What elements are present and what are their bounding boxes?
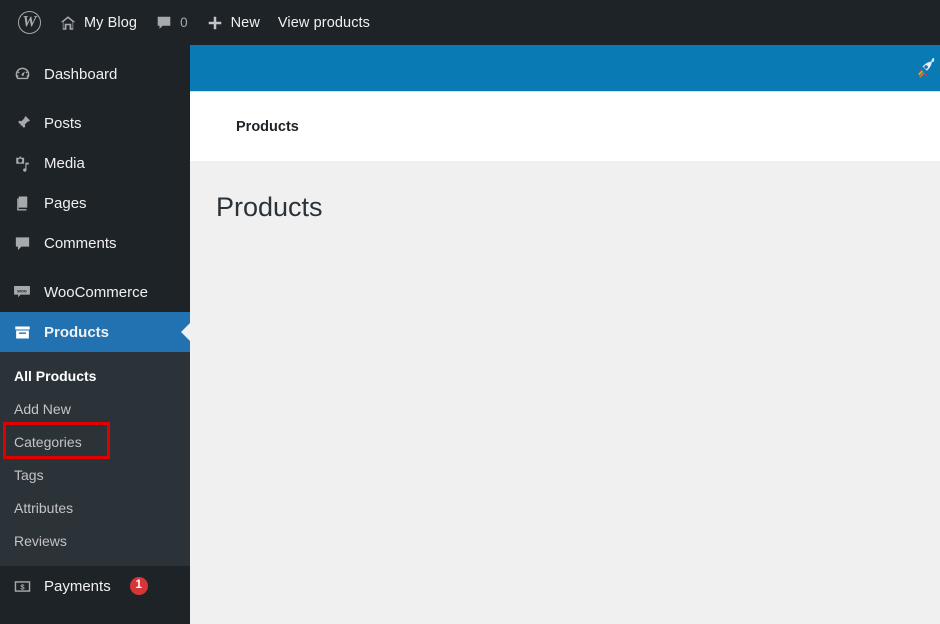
home-icon	[59, 14, 77, 32]
submenu-item-attributes-label: Attributes	[14, 499, 74, 516]
admin-bar: My Blog 0 New View products	[0, 0, 940, 45]
products-submenu: All Products Add New Categories Tags Att…	[0, 352, 190, 566]
admin-bar-comments[interactable]: 0	[146, 0, 197, 45]
sidebar-item-pages[interactable]: Pages	[0, 183, 190, 223]
admin-bar-view-products-label: View products	[277, 14, 371, 31]
svg-text:$: $	[20, 582, 25, 591]
submenu-item-categories-label: Categories	[14, 433, 82, 450]
payments-badge: 1	[129, 577, 148, 595]
sidebar-item-woocommerce[interactable]: woo WooCommerce	[0, 272, 190, 312]
dashboard-gauge-icon	[12, 65, 32, 84]
sidebar-item-pages-label: Pages	[44, 194, 87, 212]
admin-sidebar-menu: Dashboard Posts Media Pages Comments woo…	[0, 45, 190, 624]
pin-icon	[12, 114, 32, 133]
page-title: Products	[216, 192, 323, 222]
sidebar-item-payments[interactable]: $ Payments 1	[0, 566, 190, 606]
sidebar-item-products[interactable]: Products	[0, 312, 190, 352]
submenu-item-all-products[interactable]: All Products	[0, 359, 190, 392]
comment-bubble-icon	[12, 234, 32, 253]
breadcrumb: Products	[190, 92, 940, 162]
sidebar-item-media[interactable]: Media	[0, 143, 190, 183]
admin-bar-comments-count: 0	[180, 15, 188, 30]
admin-bar-new[interactable]: New	[197, 0, 269, 45]
submenu-item-reviews[interactable]: Reviews	[0, 524, 190, 557]
admin-bar-site-name-label: My Blog	[84, 14, 138, 31]
plus-icon	[206, 14, 224, 32]
admin-bar-site-name[interactable]: My Blog	[50, 0, 146, 45]
submenu-item-add-new-label: Add New	[14, 400, 71, 417]
woocommerce-icon: woo	[12, 282, 32, 302]
menu-spacer-top	[0, 45, 190, 54]
content-area: Products Products	[190, 45, 940, 624]
submenu-item-attributes[interactable]: Attributes	[0, 491, 190, 524]
submenu-item-categories[interactable]: Categories	[0, 425, 190, 458]
sidebar-item-comments[interactable]: Comments	[0, 223, 190, 263]
breadcrumb-item-products[interactable]: Products	[236, 119, 299, 135]
media-camera-music-icon	[12, 154, 32, 173]
submenu-item-add-new[interactable]: Add New	[0, 392, 190, 425]
svg-text:woo: woo	[16, 289, 27, 294]
sidebar-item-dashboard-label: Dashboard	[44, 65, 118, 83]
sidebar-item-products-label: Products	[44, 323, 110, 341]
products-box-icon	[12, 323, 32, 342]
submenu-item-reviews-label: Reviews	[14, 532, 67, 549]
comment-bubble-icon	[155, 14, 173, 32]
admin-bar-new-label: New	[230, 14, 260, 31]
wordpress-logo-icon	[18, 11, 41, 34]
sidebar-item-comments-label: Comments	[44, 234, 117, 252]
submenu-item-tags-label: Tags	[14, 466, 44, 483]
sidebar-item-woocommerce-label: WooCommerce	[44, 283, 148, 301]
sidebar-item-posts-label: Posts	[44, 114, 82, 132]
submenu-item-all-products-label: All Products	[14, 367, 97, 384]
submenu-item-tags[interactable]: Tags	[0, 458, 190, 491]
admin-bar-wordpress-logo[interactable]	[9, 0, 50, 45]
menu-spacer-1	[0, 94, 190, 103]
wordpress-admin-screen: My Blog 0 New View products	[0, 0, 940, 624]
woocommerce-blue-header-bar	[190, 45, 940, 92]
sidebar-item-posts[interactable]: Posts	[0, 103, 190, 143]
rocket-icon[interactable]	[912, 58, 938, 84]
admin-bar-view-products[interactable]: View products	[269, 0, 379, 45]
sidebar-item-payments-label: Payments	[44, 577, 111, 595]
sidebar-item-dashboard[interactable]: Dashboard	[0, 54, 190, 94]
sidebar-item-media-label: Media	[44, 154, 85, 172]
pages-icon	[12, 194, 32, 213]
payments-dollar-bill-icon: $	[12, 577, 32, 596]
menu-spacer-2	[0, 263, 190, 272]
